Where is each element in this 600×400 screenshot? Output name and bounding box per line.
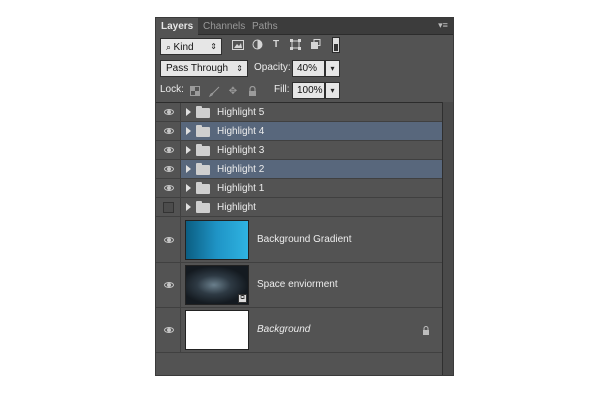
visibility-toggle[interactable] [156,141,181,159]
layer-name: Highlight 1 [217,183,265,194]
fill-slider-button[interactable]: ▾ [325,82,340,99]
expand-triangle-icon[interactable] [186,127,191,135]
search-icon: ⌕ [166,42,174,52]
layer-row-highlight-4[interactable]: Highlight 4 [156,122,442,141]
layer-name: Highlight [217,202,256,213]
folder-icon [196,106,210,118]
adjustment-filter-icon[interactable] [250,38,264,51]
layer-row-space-environment[interactable]: ⧉ Space enviorment [156,263,442,308]
layer-row-highlight-1[interactable]: Highlight 1 [156,179,442,198]
eye-icon [164,128,174,134]
layer-name: Background Gradient [257,234,352,245]
opacity-slider-button[interactable]: ▾ [325,60,340,77]
blend-mode-value: Pass Through [166,63,229,74]
hidden-visibility-box [163,202,174,213]
visibility-toggle[interactable] [156,103,181,121]
folder-icon [196,182,210,194]
layers-panel: Layers Channels Paths ▾≡ ⌕ Kind ⇕ T Pass… [155,17,454,376]
layer-row-background-gradient[interactable]: Background Gradient [156,217,442,263]
layer-name: Highlight 2 [217,164,265,175]
eye-icon [164,147,174,153]
type-filter-icon[interactable]: T [269,38,283,51]
visibility-toggle[interactable] [156,263,181,307]
layer-thumbnail [185,310,249,350]
eye-icon [164,237,174,243]
lock-transparent-pixels-icon[interactable] [189,85,201,97]
visibility-toggle[interactable] [156,198,181,216]
layer-name: Highlight 4 [217,126,265,137]
layer-row-highlight[interactable]: Highlight [156,198,442,217]
visibility-toggle[interactable] [156,217,181,262]
eye-icon [164,282,174,288]
folder-icon [196,201,210,213]
expand-triangle-icon[interactable] [186,184,191,192]
layers-scrollbar[interactable] [442,102,453,375]
layer-row-highlight-5[interactable]: Highlight 5 [156,103,442,122]
layer-thumbnail [185,220,249,260]
folder-icon [196,125,210,137]
filter-kind-label: Kind [173,42,194,53]
tab-paths[interactable]: Paths [247,18,283,35]
layer-row-highlight-3[interactable]: Highlight 3 [156,141,442,160]
filter-toggle-switch[interactable] [332,37,340,53]
panel-menu-icon[interactable]: ▾≡ [437,20,449,31]
visibility-toggle[interactable] [156,179,181,197]
eye-icon [164,166,174,172]
visibility-toggle[interactable] [156,122,181,140]
tab-layers[interactable]: Layers [156,18,198,35]
layers-list: Highlight 5 Highlight 4 Highlight 3 High… [156,102,442,375]
filter-row: ⌕ Kind ⇕ [156,35,453,57]
smart-object-filter-icon[interactable] [308,38,322,51]
folder-icon [196,144,210,156]
blend-mode-dropdown[interactable]: Pass Through ⇕ [160,60,248,77]
visibility-toggle[interactable] [156,308,181,352]
blend-row: Pass Through ⇕ Opacity: 40% ▾ [156,58,453,80]
lock-position-icon[interactable]: ✥ [227,85,239,97]
tab-channels[interactable]: Channels [198,18,247,35]
eye-icon [164,185,174,191]
folder-icon [196,163,210,175]
opacity-field[interactable]: 40% [292,60,325,77]
eye-icon [164,109,174,115]
panel-tab-bar: Layers Channels Paths ▾≡ [156,18,453,35]
layer-thumbnail: ⧉ [185,265,249,305]
layer-name: Background [257,324,311,335]
visibility-toggle[interactable] [156,160,181,178]
smart-object-badge-icon: ⧉ [238,294,247,303]
layer-name: Space enviorment [257,279,338,290]
expand-triangle-icon[interactable] [186,108,191,116]
chevron-updown-icon: ⇕ [210,42,217,51]
shape-filter-icon[interactable] [288,38,302,51]
layer-name: Highlight 5 [217,107,265,118]
fill-label: Fill: [274,84,290,95]
lock-image-pixels-icon[interactable] [208,85,220,97]
expand-triangle-icon[interactable] [186,165,191,173]
lock-icon [421,326,430,335]
eye-icon [164,327,174,333]
lock-all-icon[interactable] [246,85,258,97]
fill-field[interactable]: 100% [292,82,325,99]
chevron-updown-icon: ⇕ [236,64,243,73]
opacity-label: Opacity: [254,62,291,73]
expand-triangle-icon[interactable] [186,146,191,154]
layer-name: Highlight 3 [217,145,265,156]
layer-row-background[interactable]: Background [156,308,442,353]
layer-row-highlight-2[interactable]: Highlight 2 [156,160,442,179]
lock-label: Lock: [160,84,184,95]
filter-kind-dropdown[interactable]: ⌕ Kind ⇕ [160,38,222,55]
pixel-filter-icon[interactable] [231,38,245,51]
expand-triangle-icon[interactable] [186,203,191,211]
